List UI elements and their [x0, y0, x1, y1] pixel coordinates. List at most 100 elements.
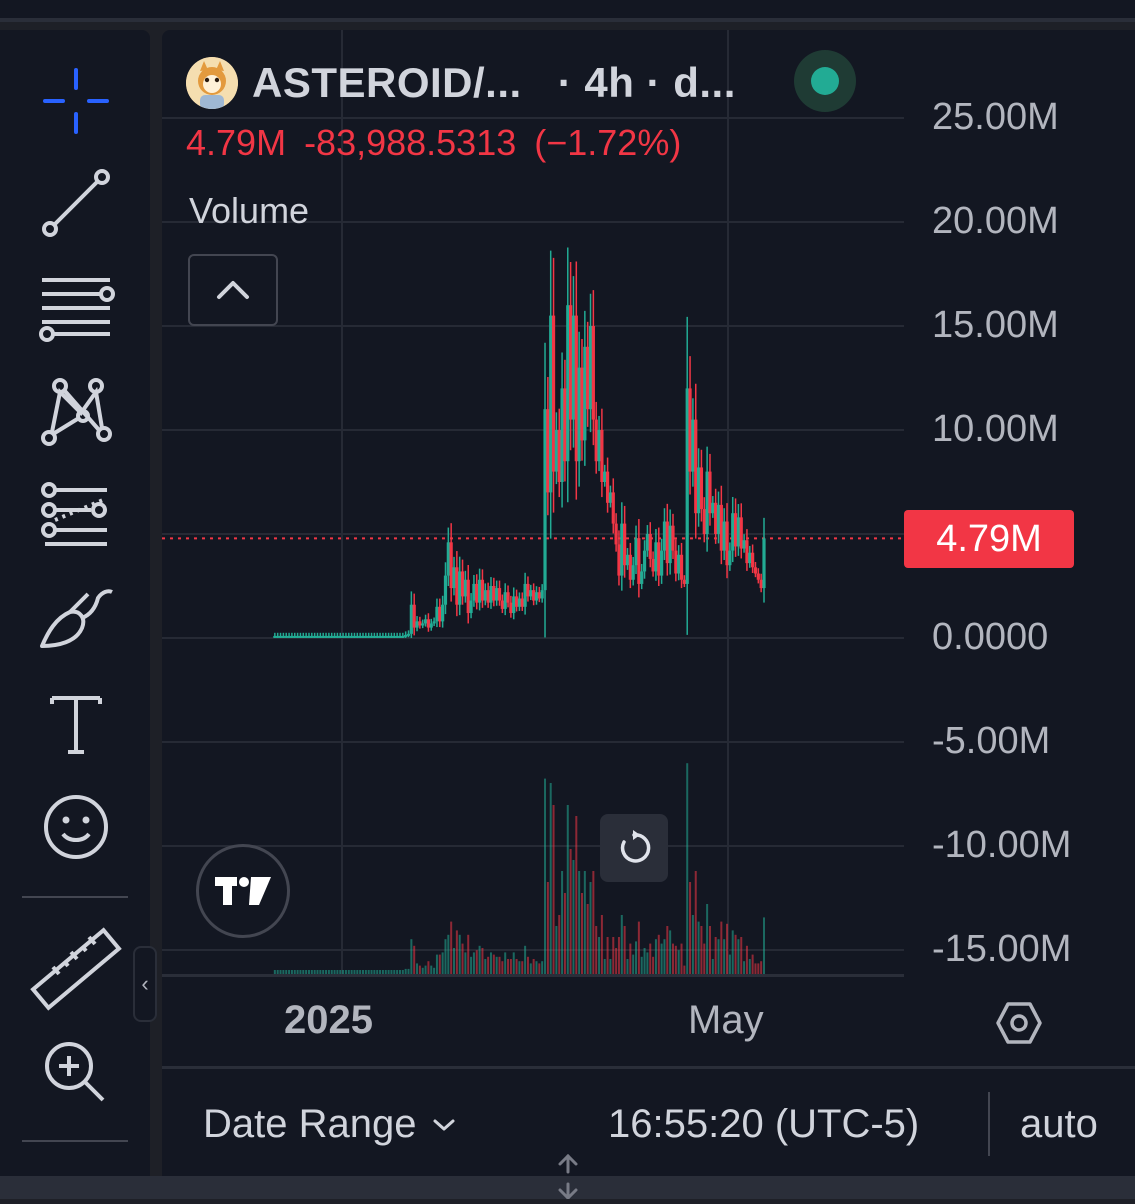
candle-body	[625, 554, 630, 566]
candle-body	[611, 492, 615, 524]
volume-bar	[626, 959, 629, 974]
volume-bar	[524, 945, 527, 974]
candle-body	[341, 635, 345, 638]
tradingview-logo[interactable]	[196, 844, 290, 938]
candle-body	[509, 602, 513, 614]
trend-line-icon[interactable]	[30, 162, 122, 244]
candle-body	[344, 635, 348, 638]
candle-body	[361, 635, 365, 638]
volume-bar	[726, 923, 729, 974]
text-icon[interactable]	[30, 682, 122, 764]
candle-body	[332, 635, 337, 638]
ruler-icon[interactable]	[30, 927, 122, 1011]
y-tick-label: 10.00M	[932, 408, 1059, 450]
candle-body	[514, 596, 519, 607]
pattern-icon[interactable]	[30, 370, 122, 452]
candle-body	[452, 567, 456, 589]
candle-body	[281, 635, 285, 638]
candle-body	[588, 326, 593, 410]
candle-body	[682, 579, 686, 584]
volume-bar	[526, 956, 529, 974]
horizontal-lines-icon[interactable]	[30, 266, 122, 348]
volume-bar	[521, 961, 524, 974]
candle-body	[736, 517, 741, 547]
volume-bar	[487, 956, 490, 974]
auto-scale-toggle[interactable]: auto	[1020, 1102, 1098, 1147]
candle-body	[472, 583, 476, 601]
date-range-dropdown[interactable]: Date Range	[203, 1102, 456, 1147]
candle-body	[642, 550, 647, 572]
volume-bar	[447, 934, 450, 974]
candle-body	[725, 521, 729, 566]
volume-bar	[507, 959, 510, 974]
reset-chart-button[interactable]	[600, 814, 668, 882]
candle-body	[549, 315, 553, 493]
legend-collapse-button[interactable]	[188, 254, 278, 326]
candle-body	[529, 590, 533, 597]
zoom-in-icon[interactable]	[30, 1032, 122, 1114]
volume-bar	[620, 915, 623, 974]
candle-body	[691, 419, 695, 472]
volume-bar	[649, 943, 652, 974]
volume-bar	[660, 943, 663, 974]
candle-body	[557, 430, 561, 482]
volume-bar	[740, 937, 743, 974]
reset-icon	[620, 830, 651, 863]
candle-body	[492, 586, 496, 601]
volume-bar	[674, 945, 677, 974]
emoji-icon[interactable]	[30, 786, 122, 868]
y-tick-label: 0.0000	[932, 616, 1049, 658]
candle-body	[677, 554, 681, 574]
candle-body	[620, 523, 624, 576]
candle-body	[654, 542, 658, 572]
candle-body	[753, 567, 758, 574]
y-tick-label: 20.00M	[932, 200, 1059, 242]
pane-resize-handle[interactable]	[556, 1150, 580, 1201]
volume-bar	[413, 945, 416, 974]
volume-bar	[748, 959, 751, 974]
candle-body	[560, 388, 564, 482]
candle-body	[304, 635, 308, 638]
volume-bar	[706, 904, 709, 974]
interval-exchange[interactable]: · 4h · d...	[558, 59, 736, 107]
volume-bar	[518, 961, 521, 974]
candle-body	[645, 534, 649, 551]
chart-settings-button[interactable]	[994, 998, 1044, 1048]
volume-bar	[629, 943, 632, 974]
candle-body	[327, 635, 331, 638]
candle-body	[455, 567, 459, 605]
candle-body	[714, 502, 718, 534]
volume-bar	[717, 939, 720, 974]
volume-bar	[418, 965, 421, 974]
candle-body	[546, 409, 550, 493]
volume-indicator-label[interactable]: Volume	[189, 190, 309, 232]
fib-icon[interactable]	[30, 474, 122, 556]
chart-pane[interactable]: ASTEROID/... · 4h · d... 4.79M -83,988.53…	[162, 30, 1135, 1176]
volume-bar	[609, 959, 612, 974]
price-axis[interactable]: 25.00M 20.00M 15.00M 10.00M 0.0000 -5.00…	[904, 30, 1135, 976]
toolbar-collapse-button[interactable]: ‹	[133, 946, 157, 1022]
volume-bar	[538, 963, 541, 974]
brush-icon[interactable]	[30, 578, 122, 660]
volume-bar	[489, 952, 492, 974]
symbol-legend[interactable]: ASTEROID/... · 4h · d...	[186, 56, 736, 110]
symbol-name[interactable]: ASTEROID/...	[252, 59, 522, 107]
candle-body	[401, 635, 405, 638]
volume-bar	[572, 860, 575, 974]
market-status-icon[interactable]	[794, 50, 856, 112]
x-tick-label: 2025	[284, 998, 373, 1042]
candle-body	[290, 635, 294, 638]
volume-bar	[632, 954, 635, 974]
clock-timezone[interactable]: 16:55:20 (UTC-5)	[608, 1102, 919, 1147]
last-value: 4.79M	[186, 122, 287, 163]
crosshair-icon[interactable]	[30, 60, 122, 142]
candle-body	[458, 571, 462, 605]
token-logo	[186, 57, 238, 109]
candle-body	[674, 550, 678, 574]
candle-body	[350, 635, 354, 638]
candle-body	[273, 635, 277, 638]
volume-bar	[558, 915, 561, 974]
candle-body	[364, 635, 368, 638]
y-tick-label: 25.00M	[932, 96, 1059, 138]
candle-body	[355, 635, 359, 638]
